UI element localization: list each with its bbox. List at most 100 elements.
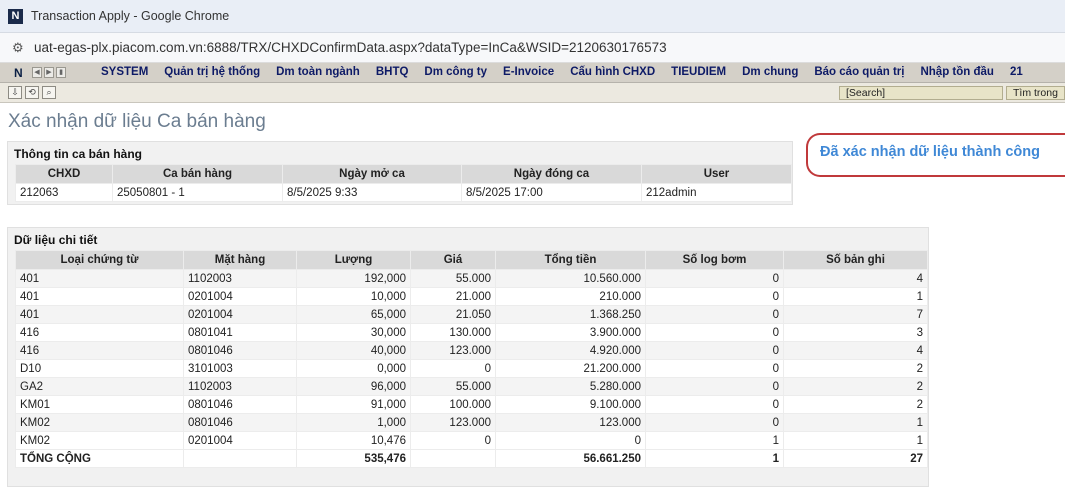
table-cell: KM02 [15, 431, 184, 450]
table-row[interactable]: D10 3101003 0,000 0 21.200.000 0 2 [15, 359, 928, 378]
table-row[interactable]: 212063 25050801 - 1 8/5/2025 9:33 8/5/2025 … [15, 183, 792, 202]
url-text[interactable]: uat-egas-plx.piacom.com.vn:6888/TRX/CHXD… [34, 40, 667, 55]
table-cell: 5.280.000 [495, 377, 646, 396]
table-cell: 96,000 [296, 377, 411, 396]
table-cell: 65,000 [296, 305, 411, 324]
table-cell: 401 [15, 287, 184, 306]
table-row[interactable]: 401 0201004 65,000 21.050 1.368.250 0 7 [15, 305, 928, 324]
table-cell: 212063 [15, 183, 113, 202]
menu-item[interactable]: Cấu hình CHXD [570, 66, 655, 78]
column-header[interactable]: Ca bán hàng [112, 164, 283, 184]
menu-item[interactable]: SYSTEM [101, 66, 148, 78]
menu-item[interactable]: TIEUDIEM [671, 66, 726, 78]
table-cell: 0 [645, 323, 784, 342]
column-header[interactable]: Mặt hàng [183, 250, 297, 270]
table-cell: 4 [783, 269, 928, 288]
total-cell [183, 449, 297, 468]
table-cell: 416 [15, 341, 184, 360]
table-cell: 0801046 [183, 413, 297, 432]
column-header[interactable]: Ngày mở ca [282, 164, 462, 184]
zoom-icon[interactable]: ⌕ [42, 86, 56, 99]
menu-item[interactable]: BHTQ [376, 66, 409, 78]
table-cell: 21.200.000 [495, 359, 646, 378]
table-row[interactable]: 401 1102003 192,000 55.000 10.560.000 0 4 [15, 269, 928, 288]
column-header[interactable]: Tổng tiền [495, 250, 646, 270]
table-row[interactable]: GA2 1102003 96,000 55.000 5.280.000 0 2 [15, 377, 928, 396]
search-scope-select[interactable]: Tìm trong [1006, 86, 1065, 100]
table-cell: 0 [645, 395, 784, 414]
table-cell: 10.560.000 [495, 269, 646, 288]
column-header[interactable]: Lượng [296, 250, 411, 270]
menu-item[interactable]: Dm chung [742, 66, 798, 78]
table-cell: 1102003 [183, 377, 297, 396]
menu-item[interactable]: E-Invoice [503, 66, 554, 78]
table-cell: 0 [410, 431, 496, 450]
column-header[interactable]: Giá [410, 250, 496, 270]
table-cell: 0 [645, 413, 784, 432]
table-cell: 55.000 [410, 377, 496, 396]
table-cell: 10,476 [296, 431, 411, 450]
column-header[interactable]: Ngày đóng ca [461, 164, 642, 184]
table-cell: 210.000 [495, 287, 646, 306]
table-cell: 0 [645, 269, 784, 288]
table-cell: 55.000 [410, 269, 496, 288]
table-cell: 3101003 [183, 359, 297, 378]
table-cell: 100.000 [410, 395, 496, 414]
export-icon[interactable]: ⇩ [8, 86, 22, 99]
menu-item[interactable]: Báo cáo quản trị [814, 66, 904, 78]
table-cell: 8/5/2025 17:00 [461, 183, 642, 202]
table-cell: 91,000 [296, 395, 411, 414]
toolbar: ⇩ ⟲ ⌕ [Search] Tìm trong [0, 83, 1065, 103]
table-cell: 0 [645, 359, 784, 378]
table-cell: KM01 [15, 395, 184, 414]
table-cell: 0201004 [183, 305, 297, 324]
menu-item[interactable]: Nhập tồn đầu [920, 66, 993, 78]
column-header[interactable]: Số bản ghi [783, 250, 928, 270]
search-input[interactable]: [Search] [839, 86, 1003, 100]
total-cell [410, 449, 496, 468]
menu-item[interactable]: Dm công ty [424, 66, 487, 78]
table-cell: 130.000 [410, 323, 496, 342]
menu-item[interactable]: Quản trị hệ thống [164, 66, 260, 78]
table-cell: GA2 [15, 377, 184, 396]
table-row[interactable]: 401 0201004 10,000 21.000 210.000 0 1 [15, 287, 928, 306]
total-cell: 535,476 [296, 449, 411, 468]
table-cell: 123.000 [410, 413, 496, 432]
page-title: Xác nhận dữ liệu Ca bán hàng [8, 111, 266, 132]
menu-next-icon[interactable]: ▶ [44, 67, 54, 78]
table-cell: 0,000 [296, 359, 411, 378]
table-row[interactable]: KM02 0801046 1,000 123.000 123.000 0 1 [15, 413, 928, 432]
table-row[interactable]: 416 0801046 40,000 123.000 4.920.000 0 4 [15, 341, 928, 360]
column-header[interactable]: CHXD [15, 164, 113, 184]
table-cell: 1,000 [296, 413, 411, 432]
table-cell: 2 [783, 377, 928, 396]
table-cell: 0 [645, 377, 784, 396]
total-cell: 1 [645, 449, 784, 468]
table-cell: 8/5/2025 9:33 [282, 183, 462, 202]
column-header[interactable]: Số log bơm [645, 250, 784, 270]
table-cell: 1.368.250 [495, 305, 646, 324]
refresh-icon[interactable]: ⟲ [25, 86, 39, 99]
detail-title: Dữ liệu chi tiết [14, 233, 98, 247]
table-row[interactable]: KM02 0201004 10,476 0 0 1 1 [15, 431, 928, 450]
table-row[interactable]: KM01 0801046 91,000 100.000 9.100.000 0 2 [15, 395, 928, 414]
browser-title-bar: N Transaction Apply - Google Chrome [0, 0, 1065, 33]
menu-items: SYSTEM Quản trị hệ thống Dm toàn ngành BHTQ… [101, 66, 1023, 78]
table-cell: 212admin [641, 183, 792, 202]
menu-first-icon[interactable]: ◀ [32, 67, 42, 78]
detail-table-header: Loại chứng từ Mặt hàng Lượng Giá Tổng tiền Số… [15, 250, 928, 270]
menu-nav-buttons: ◀ ▶ ▮ [32, 67, 66, 78]
site-info-icon[interactable]: ⚙ [12, 40, 24, 56]
table-row[interactable]: 416 0801041 30,000 130.000 3.900.000 0 3 [15, 323, 928, 342]
table-cell: D10 [15, 359, 184, 378]
column-header[interactable]: User [641, 164, 792, 184]
menu-last-icon[interactable]: ▮ [56, 67, 66, 78]
menu-item[interactable]: Dm toàn ngành [276, 66, 360, 78]
table-cell: 0801041 [183, 323, 297, 342]
total-cell: 27 [783, 449, 928, 468]
menu-item[interactable]: 21 [1010, 66, 1023, 78]
address-bar[interactable]: ⚙ uat-egas-plx.piacom.com.vn:6888/TRX/CH… [0, 33, 1065, 63]
success-message-box: Đã xác nhận dữ liệu thành công [806, 133, 1065, 177]
column-header[interactable]: Loại chứng từ [15, 250, 184, 270]
table-cell: 1 [783, 287, 928, 306]
